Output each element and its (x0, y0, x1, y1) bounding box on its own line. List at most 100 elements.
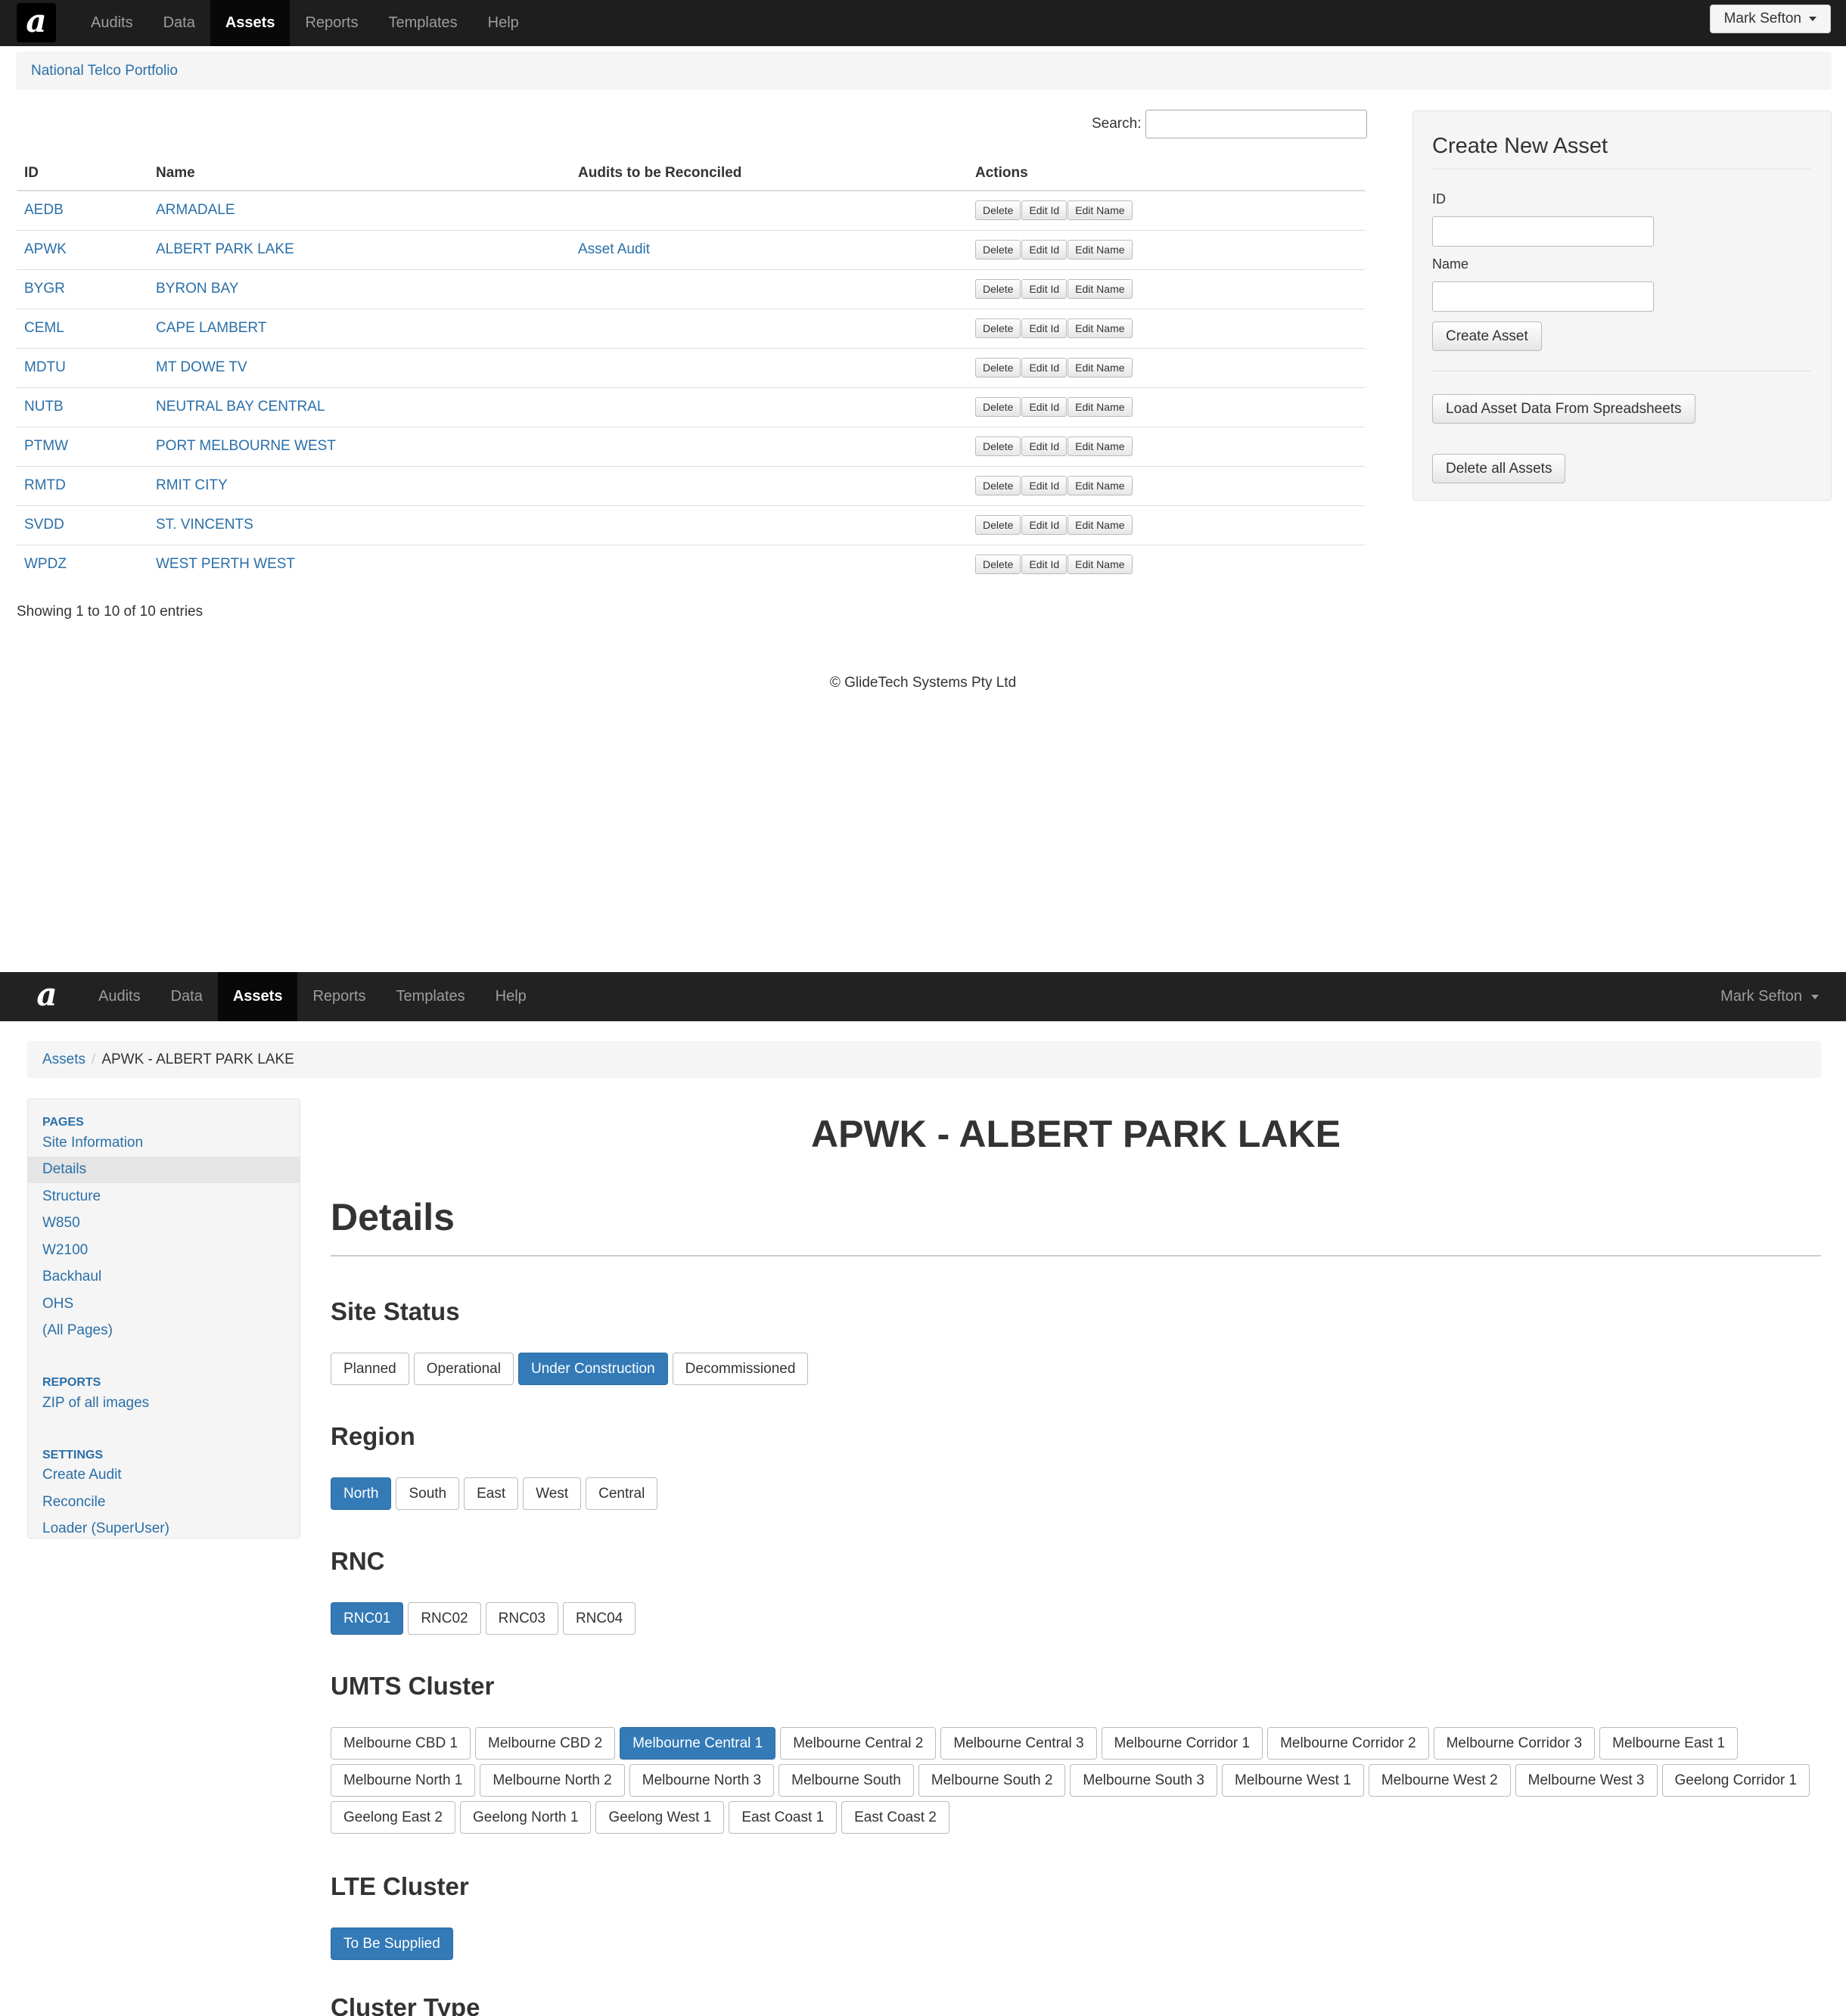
nav-item-audits[interactable]: Audits (76, 0, 148, 46)
option-geelong-corridor-1[interactable]: Geelong Corridor 1 (1661, 1764, 1810, 1797)
option-melbourne-south[interactable]: Melbourne South (778, 1764, 914, 1797)
option-under-construction[interactable]: Under Construction (517, 1353, 668, 1385)
asset-name-link[interactable]: NEUTRAL BAY CENTRAL (156, 399, 325, 415)
sidebar-item-zip-of-all-images[interactable]: ZIP of all images (28, 1390, 300, 1417)
option-operational[interactable]: Operational (413, 1353, 514, 1385)
asset-id-input[interactable] (1432, 216, 1654, 247)
nav-item-reports[interactable]: Reports (290, 0, 373, 46)
asset-id-link[interactable]: AEDB (24, 202, 64, 218)
nav-item-templates[interactable]: Templates (381, 972, 480, 1021)
edit-id-button[interactable]: Edit Id (1021, 397, 1068, 417)
column-header-id[interactable]: ID (17, 157, 148, 191)
edit-id-button[interactable]: Edit Id (1021, 200, 1068, 221)
delete-button[interactable]: Delete (975, 318, 1021, 338)
sidebar-item-backhaul[interactable]: Backhaul (28, 1264, 300, 1291)
sidebar-item-site-information[interactable]: Site Information (28, 1129, 300, 1157)
option-decommissioned[interactable]: Decommissioned (672, 1353, 809, 1385)
option-melbourne-north-1[interactable]: Melbourne North 1 (331, 1764, 476, 1797)
asset-id-link[interactable]: WPDZ (24, 556, 67, 572)
edit-name-button[interactable]: Edit Name (1068, 436, 1133, 456)
asset-name-link[interactable]: RMIT CITY (156, 477, 228, 493)
edit-id-button[interactable]: Edit Id (1021, 358, 1068, 377)
edit-id-button[interactable]: Edit Id (1021, 279, 1068, 299)
option-west[interactable]: West (523, 1477, 582, 1510)
asset-name-link[interactable]: ST. VINCENTS (156, 517, 253, 533)
edit-id-button[interactable]: Edit Id (1021, 476, 1068, 495)
option-rnc03[interactable]: RNC03 (485, 1602, 558, 1635)
asset-id-link[interactable]: APWK (24, 241, 67, 257)
sidebar-item-loader-superuser[interactable]: Loader (SuperUser) (28, 1516, 300, 1543)
option-east-coast-2[interactable]: East Coast 2 (841, 1801, 949, 1834)
nav-item-help[interactable]: Help (473, 0, 534, 46)
option-melbourne-corridor-2[interactable]: Melbourne Corridor 2 (1267, 1727, 1429, 1760)
app-logo-icon[interactable]: a (17, 3, 56, 42)
option-melbourne-central-3[interactable]: Melbourne Central 3 (940, 1727, 1097, 1760)
option-rnc01[interactable]: RNC01 (331, 1602, 404, 1635)
option-melbourne-north-3[interactable]: Melbourne North 3 (629, 1764, 775, 1797)
option-melbourne-west-1[interactable]: Melbourne West 1 (1221, 1764, 1364, 1797)
user-menu-button[interactable]: Mark Sefton (1720, 972, 1819, 1021)
asset-name-link[interactable]: CAPE LAMBERT (156, 320, 266, 336)
delete-button[interactable]: Delete (975, 358, 1021, 377)
option-east-coast-1[interactable]: East Coast 1 (729, 1801, 838, 1834)
column-header-name[interactable]: Name (148, 157, 570, 191)
asset-id-link[interactable]: CEML (24, 320, 64, 336)
breadcrumb-assets-link[interactable]: Assets (42, 1051, 85, 1068)
delete-button[interactable]: Delete (975, 279, 1021, 299)
asset-id-link[interactable]: MDTU (24, 359, 66, 375)
option-planned[interactable]: Planned (331, 1353, 409, 1385)
option-east[interactable]: East (464, 1477, 519, 1510)
asset-id-link[interactable]: NUTB (24, 399, 64, 415)
sidebar-item-ohs[interactable]: OHS (28, 1291, 300, 1318)
option-melbourne-central-1[interactable]: Melbourne Central 1 (620, 1727, 776, 1760)
delete-button[interactable]: Delete (975, 476, 1021, 495)
edit-name-button[interactable]: Edit Name (1068, 515, 1133, 535)
asset-id-link[interactable]: RMTD (24, 477, 66, 493)
delete-button[interactable]: Delete (975, 200, 1021, 221)
asset-id-link[interactable]: PTMW (24, 438, 68, 454)
option-melbourne-west-2[interactable]: Melbourne West 2 (1368, 1764, 1511, 1797)
option-rnc02[interactable]: RNC02 (408, 1602, 481, 1635)
option-geelong-north-1[interactable]: Geelong North 1 (459, 1801, 592, 1834)
asset-id-link[interactable]: SVDD (24, 517, 64, 533)
nav-item-reports[interactable]: Reports (297, 972, 381, 1021)
delete-button[interactable]: Delete (975, 554, 1021, 575)
asset-name-input[interactable] (1432, 281, 1654, 312)
breadcrumb-portfolio-link[interactable]: National Telco Portfolio (31, 63, 178, 79)
option-melbourne-south-3[interactable]: Melbourne South 3 (1070, 1764, 1217, 1797)
sidebar-item-details[interactable]: Details (28, 1156, 300, 1183)
asset-name-link[interactable]: ALBERT PARK LAKE (156, 241, 294, 257)
app-logo-icon[interactable]: a (27, 977, 67, 1016)
asset-name-link[interactable]: ARMADALE (156, 202, 235, 218)
edit-name-button[interactable]: Edit Name (1068, 279, 1133, 299)
user-menu-button[interactable]: Mark Sefton (1709, 5, 1831, 33)
option-melbourne-cbd-1[interactable]: Melbourne CBD 1 (331, 1727, 471, 1760)
column-header-audits[interactable]: Audits to be Reconciled (570, 157, 968, 191)
delete-all-assets-button[interactable]: Delete all Assets (1432, 454, 1566, 483)
option-geelong-east-2[interactable]: Geelong East 2 (331, 1801, 455, 1834)
edit-id-button[interactable]: Edit Id (1021, 515, 1068, 535)
delete-button[interactable]: Delete (975, 515, 1021, 535)
edit-id-button[interactable]: Edit Id (1021, 240, 1068, 259)
sidebar-item-w2100[interactable]: W2100 (28, 1237, 300, 1264)
asset-name-link[interactable]: BYRON BAY (156, 281, 238, 297)
sidebar-item-create-audit[interactable]: Create Audit (28, 1462, 300, 1489)
nav-item-data[interactable]: Data (148, 0, 210, 46)
option-melbourne-corridor-3[interactable]: Melbourne Corridor 3 (1433, 1727, 1596, 1760)
edit-name-button[interactable]: Edit Name (1068, 358, 1133, 377)
option-central[interactable]: Central (586, 1477, 658, 1510)
asset-name-link[interactable]: MT DOWE TV (156, 359, 247, 375)
search-input[interactable] (1145, 110, 1368, 138)
option-melbourne-east-1[interactable]: Melbourne East 1 (1599, 1727, 1739, 1760)
sidebar-item-structure[interactable]: Structure (28, 1183, 300, 1210)
option-melbourne-north-2[interactable]: Melbourne North 2 (480, 1764, 625, 1797)
option-rnc04[interactable]: RNC04 (562, 1602, 636, 1635)
nav-item-data[interactable]: Data (156, 972, 218, 1021)
edit-name-button[interactable]: Edit Name (1068, 318, 1133, 338)
delete-button[interactable]: Delete (975, 436, 1021, 456)
nav-item-templates[interactable]: Templates (373, 0, 472, 46)
option-melbourne-south-2[interactable]: Melbourne South 2 (918, 1764, 1066, 1797)
edit-name-button[interactable]: Edit Name (1068, 200, 1133, 221)
option-south[interactable]: South (396, 1477, 460, 1510)
sidebar-item-all-pages[interactable]: (All Pages) (28, 1318, 300, 1345)
